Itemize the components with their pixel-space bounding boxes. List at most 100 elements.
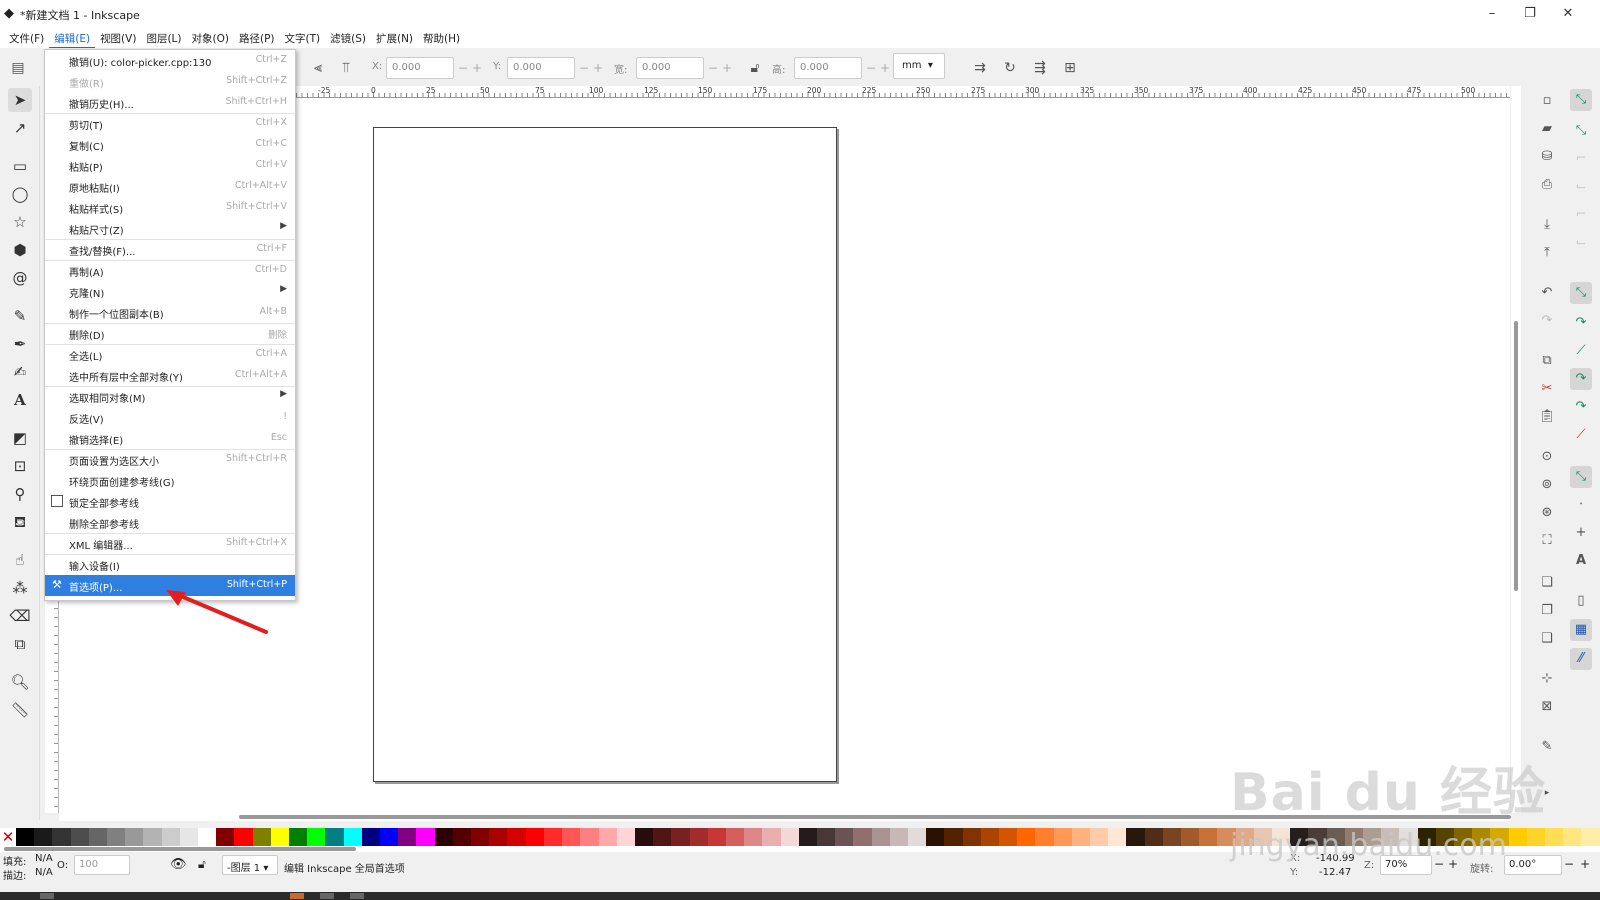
color-swatch[interactable] xyxy=(616,828,635,846)
color-swatch[interactable] xyxy=(653,828,672,846)
snap-path-intersection-icon[interactable]: ⟋ xyxy=(1570,340,1592,362)
paint-bucket-tool-icon[interactable]: ⛾ xyxy=(8,510,32,534)
unit-select[interactable]: mm ▾ xyxy=(893,53,945,79)
vertical-scroll-thumb[interactable] xyxy=(1514,321,1518,591)
selector-tool-icon[interactable]: ➤ xyxy=(8,88,32,112)
color-swatch[interactable] xyxy=(471,828,490,846)
redo-icon[interactable]: ↷ xyxy=(1538,312,1556,330)
height-input[interactable]: 0.000 xyxy=(794,57,862,79)
edit-menu-item[interactable]: 锁定全部参考线 xyxy=(45,491,295,512)
edit-menu-item[interactable]: 粘贴样式(S) Shift+Ctrl+V xyxy=(45,197,295,218)
color-swatch[interactable] xyxy=(125,828,144,846)
color-swatch[interactable] xyxy=(944,828,963,846)
scale-corners-icon[interactable]: ↻ xyxy=(1002,60,1018,76)
edit-menu-item[interactable]: 撤销(U): color-picker.cpp:130 Ctrl+Z xyxy=(45,50,295,71)
gradient-tool-icon[interactable]: ◩ xyxy=(8,426,32,450)
color-swatch[interactable] xyxy=(1017,828,1036,846)
rotate-increment-button[interactable]: + xyxy=(1580,857,1590,871)
stroke-value[interactable]: N/A xyxy=(35,867,53,878)
color-swatch[interactable] xyxy=(871,828,890,846)
unlink-clone-icon[interactable]: ❑ xyxy=(1538,630,1556,648)
save-icon[interactable]: ⛁ xyxy=(1538,148,1556,166)
edit-menu-item[interactable]: 粘贴(P) Ctrl+V xyxy=(45,155,295,176)
calligraphy-tool-icon[interactable]: ✍ xyxy=(8,360,32,384)
export-icon[interactable]: ⤒ xyxy=(1538,244,1556,262)
y-increment-button[interactable]: + xyxy=(591,57,605,79)
color-swatch[interactable] xyxy=(216,828,235,846)
snap-smooth-nodes-icon[interactable]: ↷ xyxy=(1570,396,1592,418)
mesh-tool-icon[interactable]: ⊡ xyxy=(8,454,32,478)
print-icon[interactable]: ⎙ xyxy=(1538,176,1556,194)
pen-tool-icon[interactable]: ✒ xyxy=(8,332,32,356)
color-swatch[interactable] xyxy=(1126,828,1145,846)
color-swatch[interactable] xyxy=(543,828,563,846)
color-swatch[interactable] xyxy=(361,828,381,846)
color-swatch[interactable] xyxy=(780,828,799,846)
zoom-tool-icon[interactable]: 🔍︎ xyxy=(8,670,32,694)
color-swatch[interactable] xyxy=(107,828,126,846)
align-left-icon[interactable]: ⫷ xyxy=(310,60,326,76)
color-swatch[interactable] xyxy=(1035,828,1054,846)
edit-menu-item[interactable]: 原地粘贴(I) Ctrl+Alt+V xyxy=(45,176,295,197)
tweak-tool-icon[interactable]: ☝ xyxy=(8,548,32,572)
snap-page-border-icon[interactable]: ▯ xyxy=(1570,590,1592,612)
width-decrement-button[interactable]: − xyxy=(706,57,720,79)
color-swatch[interactable] xyxy=(525,828,544,846)
restore-button[interactable]: ❐ xyxy=(1510,3,1550,25)
import-icon[interactable]: ⤓ xyxy=(1538,216,1556,234)
close-button[interactable]: ✕ xyxy=(1548,3,1588,25)
color-swatch[interactable] xyxy=(816,828,836,846)
zoom-selection-icon[interactable]: ⊙ xyxy=(1538,448,1556,466)
edit-menu-item[interactable]: 再制(A) Ctrl+D xyxy=(45,260,295,281)
color-swatch[interactable] xyxy=(853,828,872,846)
color-swatch[interactable] xyxy=(689,828,708,846)
menu-object[interactable]: 对象(O) xyxy=(187,28,234,48)
minimize-button[interactable]: – xyxy=(1472,3,1512,25)
layer-lock-icon[interactable]: 🔓︎ xyxy=(198,857,206,872)
layer-select[interactable]: -图层 1 ▾ xyxy=(222,855,278,875)
opacity-input[interactable]: 100 xyxy=(74,855,130,875)
clone-icon[interactable]: ❐ xyxy=(1538,602,1556,620)
duplicate-icon[interactable]: ❏ xyxy=(1538,574,1556,592)
color-swatch[interactable] xyxy=(725,828,745,846)
edit-menu-item[interactable]: 克隆(N) ▶ xyxy=(45,281,295,302)
fill-value[interactable]: N/A xyxy=(35,853,53,864)
color-swatch[interactable] xyxy=(434,828,453,846)
menu-file[interactable]: 文件(F) xyxy=(4,28,49,48)
eraser-tool-icon[interactable]: ⌫ xyxy=(8,604,32,628)
color-swatch[interactable] xyxy=(598,828,617,846)
color-swatch[interactable] xyxy=(889,828,908,846)
edit-menu-item[interactable]: 剪切(T) Ctrl+X xyxy=(45,113,295,134)
color-swatch[interactable] xyxy=(161,828,180,846)
color-swatch[interactable] xyxy=(1581,828,1600,846)
color-swatch[interactable] xyxy=(307,828,326,846)
snap-bbox-midpoint-icon[interactable]: ⌐ xyxy=(1570,204,1592,226)
menu-edit[interactable]: 编辑(E) xyxy=(49,28,96,48)
color-swatch[interactable] xyxy=(762,828,781,846)
height-increment-button[interactable]: + xyxy=(878,57,892,79)
color-swatch[interactable] xyxy=(452,828,472,846)
new-document-icon[interactable]: ▤ xyxy=(10,60,26,76)
color-swatch[interactable] xyxy=(634,828,654,846)
copy-icon[interactable]: ⧉ xyxy=(1538,352,1556,370)
cut-icon[interactable]: ✂ xyxy=(1538,380,1556,398)
star-tool-icon[interactable]: ☆ xyxy=(8,210,32,234)
move-gradients-icon[interactable]: ⇶ xyxy=(1032,60,1048,76)
x-input[interactable]: 0.000 xyxy=(386,57,454,79)
edit-menu-item[interactable]: 查找/替换(F)... Ctrl+F xyxy=(45,239,295,260)
color-swatch[interactable] xyxy=(143,828,162,846)
snap-rotation-center-icon[interactable]: + xyxy=(1570,522,1592,544)
group-icon[interactable]: ⊹ xyxy=(1538,670,1556,688)
vertical-scrollbar[interactable] xyxy=(1511,86,1521,813)
color-swatch[interactable] xyxy=(70,828,89,846)
edit-menu-item[interactable]: 选中所有层中全部对象(Y) Ctrl+Alt+A xyxy=(45,365,295,386)
color-swatch[interactable] xyxy=(489,828,508,846)
color-swatch[interactable] xyxy=(1181,828,1200,846)
color-swatch[interactable] xyxy=(34,828,53,846)
open-icon[interactable]: ▰ xyxy=(1538,120,1556,138)
zoom-page-icon[interactable]: ⊛ xyxy=(1538,504,1556,522)
y-input[interactable]: 0.000 xyxy=(507,57,575,79)
edit-menu-item[interactable]: 删除(D) 删除 xyxy=(45,323,295,344)
snap-object-center-icon[interactable]: ⋅ xyxy=(1570,494,1592,516)
snap-enable-icon[interactable]: ⤡ xyxy=(1570,89,1592,111)
